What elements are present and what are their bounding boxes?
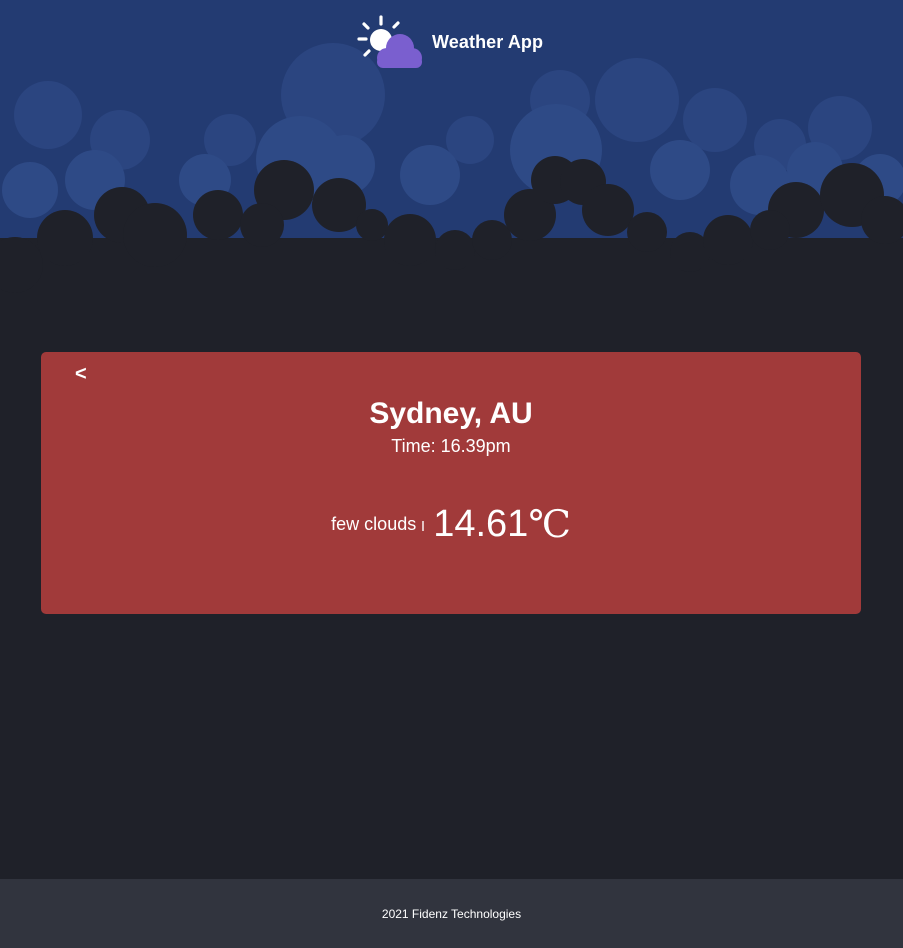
current-conditions: few clouds 14.61 ℃ <box>41 502 861 546</box>
app-brand: Weather App <box>354 14 543 70</box>
footer: 2021 Fidenz Technologies <box>0 879 903 948</box>
hero-banner: Weather App <box>0 0 903 300</box>
local-time: Time: 16.39pm <box>391 436 511 456</box>
city-name: Sydney, AU <box>369 397 533 430</box>
back-button[interactable]: < <box>75 364 87 384</box>
temperature-value: 14.61 <box>433 502 529 545</box>
weather-description: few clouds <box>331 513 417 534</box>
copyright-text: 2021 Fidenz Technologies <box>381 906 522 921</box>
temperature-unit: ℃ <box>528 502 571 546</box>
app-title: Weather App <box>432 31 544 52</box>
weather-detail-card: < Sydney, AU Time: 16.39pm few clouds 14… <box>41 352 861 614</box>
weather-condition-icon <box>422 521 425 531</box>
sun-cloud-icon <box>357 15 422 68</box>
